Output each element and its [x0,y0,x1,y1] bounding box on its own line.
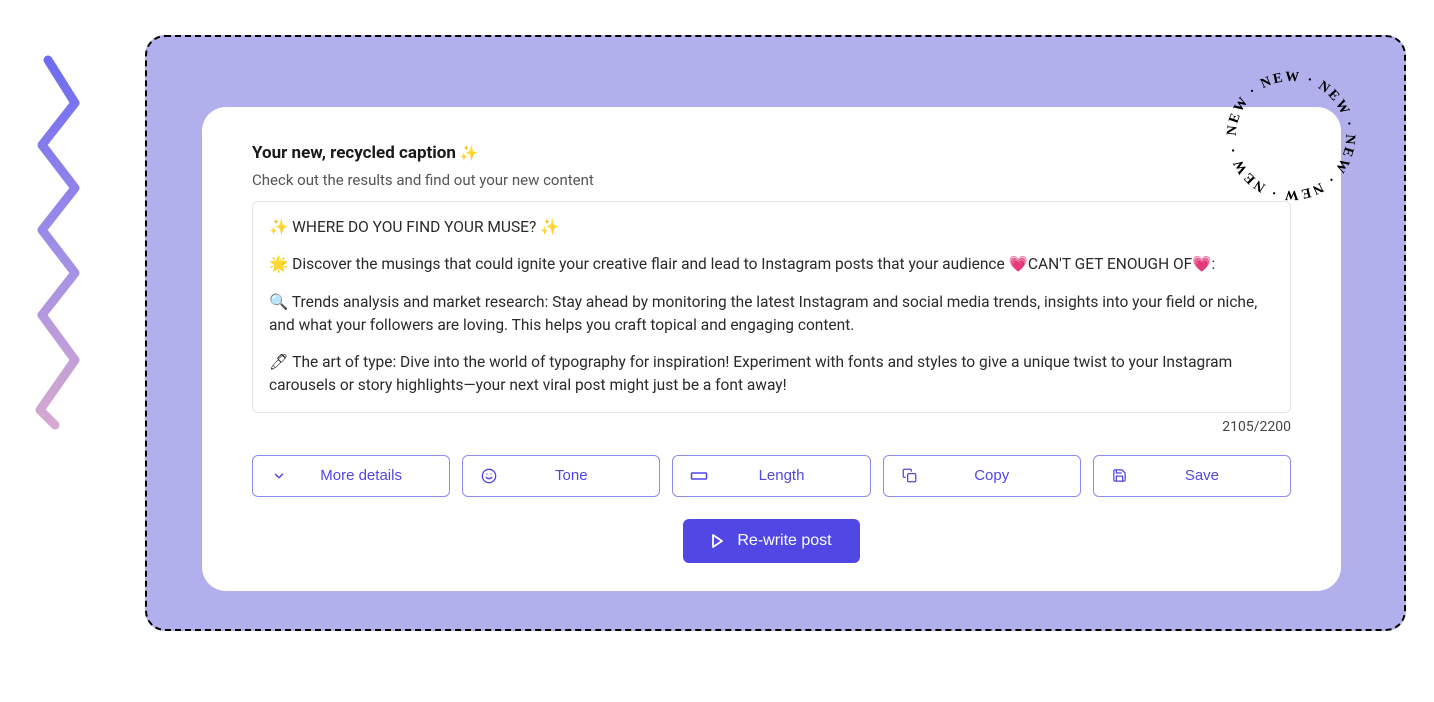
svg-text:NEW · NEW · NEW · NEW · NEW ·: NEW · NEW · NEW · NEW · NEW · NEW · NEW … [1216,61,1357,202]
caption-paragraph: 🖊 The art of type: Dive into the world o… [269,351,1274,398]
title-text: Your new, recycled caption [252,143,456,163]
button-label: More details [289,467,433,484]
button-label: Copy [920,467,1064,484]
button-label: Save [1130,467,1274,484]
rewrite-post-button[interactable]: Re-write post [683,519,859,563]
action-buttons-row: More details Tone [252,455,1291,497]
sparkle-icon: ✨ [460,144,479,162]
more-details-button[interactable]: More details [252,455,450,497]
button-label: Tone [499,467,643,484]
play-icon [711,534,723,548]
smile-icon [479,468,499,484]
width-icon [689,470,709,482]
page-subtitle: Check out the results and find out your … [252,171,1291,189]
caption-paragraph: ✨ WHERE DO YOU FIND YOUR MUSE? ✨ [269,216,1274,239]
button-label: Length [709,467,853,484]
tone-button[interactable]: Tone [462,455,660,497]
character-count: 2105/2200 [252,419,1291,435]
caption-paragraph: 🌟 Discover the musings that could ignite… [269,253,1274,276]
outer-frame: NEW · NEW · NEW · NEW · NEW · NEW · NEW … [145,35,1406,631]
caption-paragraph: 🔍 Trends analysis and market research: S… [269,291,1274,338]
length-button[interactable]: Length [672,455,870,497]
save-button[interactable]: Save [1093,455,1291,497]
button-label: Re-write post [737,532,831,550]
copy-button[interactable]: Copy [883,455,1081,497]
copy-icon [900,468,920,483]
primary-action-row: Re-write post [252,519,1291,563]
page-title: Your new, recycled caption ✨ [252,143,1291,163]
caption-card: NEW · NEW · NEW · NEW · NEW · NEW · NEW … [202,107,1341,591]
save-icon [1110,468,1130,483]
decorative-squiggle [30,55,90,435]
chevron-down-icon [269,469,289,483]
caption-textbox[interactable]: ✨ WHERE DO YOU FIND YOUR MUSE? ✨ 🌟 Disco… [252,201,1291,413]
new-badge: NEW · NEW · NEW · NEW · NEW · NEW · NEW … [1216,61,1366,211]
